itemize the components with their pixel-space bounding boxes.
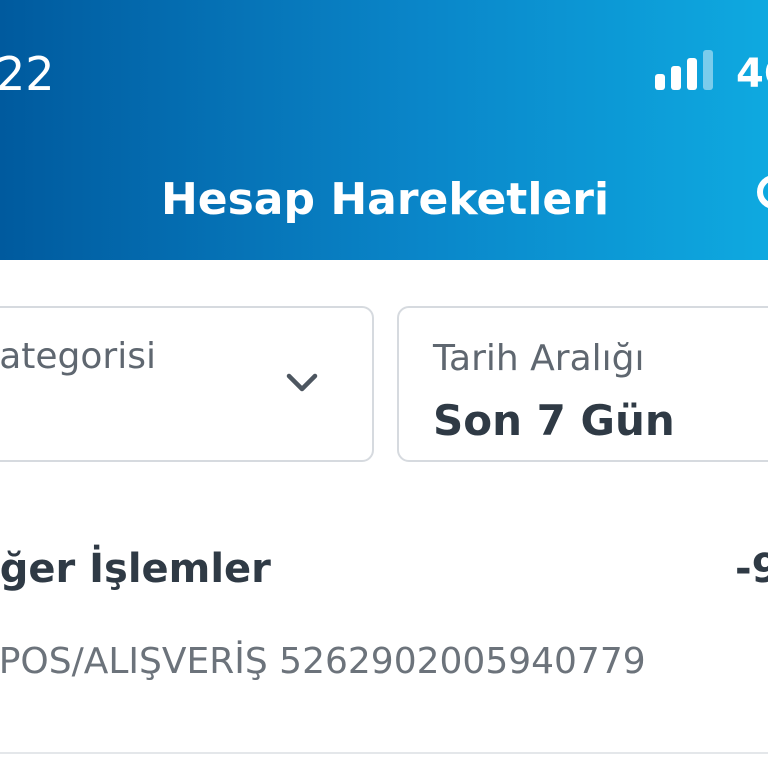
app-header: 22 4G Hesap Hareketleri <box>0 0 768 260</box>
network-type: 4G <box>736 51 768 97</box>
transaction-category[interactable]: iğer İşlemler <box>0 540 271 598</box>
list-divider <box>0 752 768 754</box>
page-title: Hesap Hareketleri <box>160 174 610 225</box>
signal-strength-icon <box>655 50 713 90</box>
category-filter-label: ategorisi <box>0 336 156 377</box>
date-range-label: Tarih Aralığı <box>433 338 645 379</box>
account-transactions-screen: 22 4G Hesap Hareketleri ategorisi Tarih … <box>0 0 768 768</box>
date-range-filter[interactable]: Tarih Aralığı Son 7 Gün <box>397 306 768 462</box>
date-range-value: Son 7 Gün <box>433 396 675 445</box>
transaction-description: BPOS/ALIŞVERİŞ 526290200594077​9 <box>0 641 646 682</box>
header-action-icon[interactable] <box>756 172 768 212</box>
transaction-amount: -9 <box>735 546 768 592</box>
status-time: 22 <box>0 47 55 101</box>
category-filter[interactable]: ategorisi <box>0 306 374 462</box>
chevron-down-icon[interactable] <box>284 370 320 396</box>
